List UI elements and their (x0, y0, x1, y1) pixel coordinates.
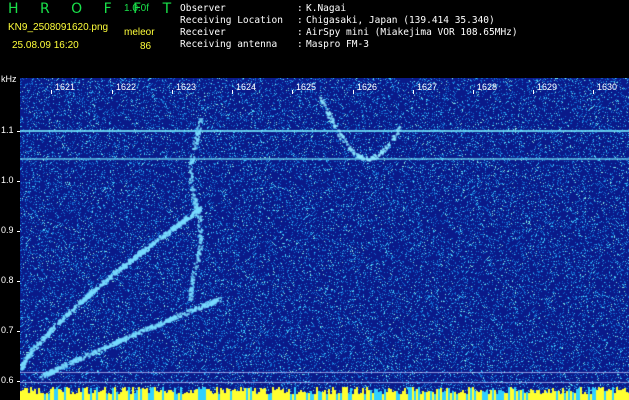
capture-datetime: 25.08.09 16:20 (12, 40, 79, 51)
x-tick-label: 1630 (597, 82, 618, 92)
y-tick-mark (17, 331, 20, 332)
y-axis-unit: kHz (1, 74, 17, 84)
app-version: 1.0.0f (124, 3, 150, 14)
spectrogram-canvas (20, 78, 629, 400)
x-tick-label: 1625 (296, 82, 317, 92)
station-row-location: Receiving Location : Chigasaki, Japan (1… (180, 15, 620, 27)
y-tick-label: 0.9 (1, 225, 14, 235)
meteor-count-value: 86 (140, 41, 152, 52)
y-tick-label: 0.8 (1, 275, 14, 285)
x-tick-label: 1622 (116, 82, 137, 92)
x-tick-mark (51, 90, 52, 94)
x-tick-mark (413, 90, 414, 94)
station-separator: : (297, 15, 303, 26)
y-tick-label: 0.7 (1, 325, 14, 335)
x-tick-label: 1624 (236, 82, 257, 92)
station-separator: : (297, 27, 303, 38)
x-tick-mark (232, 90, 233, 94)
file-name: KN9_2508091620.png (8, 22, 109, 33)
meteor-count-label: meleor (124, 27, 155, 38)
x-tick-label: 1627 (417, 82, 438, 92)
station-key: Receiving Location (180, 15, 283, 26)
spectrogram-plot (20, 78, 629, 400)
header-panel: H R O F F T 1.0.0f KN9_2508091620.png me… (0, 0, 629, 78)
station-row-antenna: Receiving antenna : Maspro FM-3 (180, 39, 620, 51)
station-row-observer: Observer : K.Nagai (180, 3, 620, 15)
station-value: AirSpy mini (Miakejima VOR 108.65MHz) (306, 27, 518, 38)
y-tick-label: 0.6 (1, 375, 14, 385)
x-tick-mark (292, 90, 293, 94)
y-tick-mark (17, 131, 20, 132)
x-tick-mark (533, 90, 534, 94)
station-key: Receiver (180, 27, 226, 38)
x-tick-mark (353, 90, 354, 94)
y-tick-mark (17, 181, 20, 182)
y-tick-label: 1.0 (1, 175, 14, 185)
x-tick-label: 1621 (55, 82, 76, 92)
station-info: Observer : K.Nagai Receiving Location : … (180, 3, 620, 51)
station-row-receiver: Receiver : AirSpy mini (Miakejima VOR 10… (180, 27, 620, 39)
y-tick-label: 1.1 (1, 125, 14, 135)
y-tick-mark (17, 281, 20, 282)
station-value: Maspro FM-3 (306, 39, 369, 50)
y-tick-mark (17, 381, 20, 382)
app-title: H R O F F T (8, 1, 180, 17)
x-tick-label: 1628 (477, 82, 498, 92)
x-tick-mark (112, 90, 113, 94)
station-key: Receiving antenna (180, 39, 278, 50)
x-tick-mark (473, 90, 474, 94)
x-tick-mark (593, 90, 594, 94)
station-separator: : (297, 3, 303, 14)
x-tick-label: 1626 (357, 82, 378, 92)
station-value: K.Nagai (306, 3, 347, 14)
station-separator: : (297, 39, 303, 50)
station-value: Chigasaki, Japan (139.414 35.340) (306, 15, 495, 26)
station-key: Observer (180, 3, 226, 14)
x-tick-label: 1623 (176, 82, 197, 92)
x-tick-label: 1629 (537, 82, 558, 92)
y-tick-mark (17, 231, 20, 232)
x-tick-mark (172, 90, 173, 94)
